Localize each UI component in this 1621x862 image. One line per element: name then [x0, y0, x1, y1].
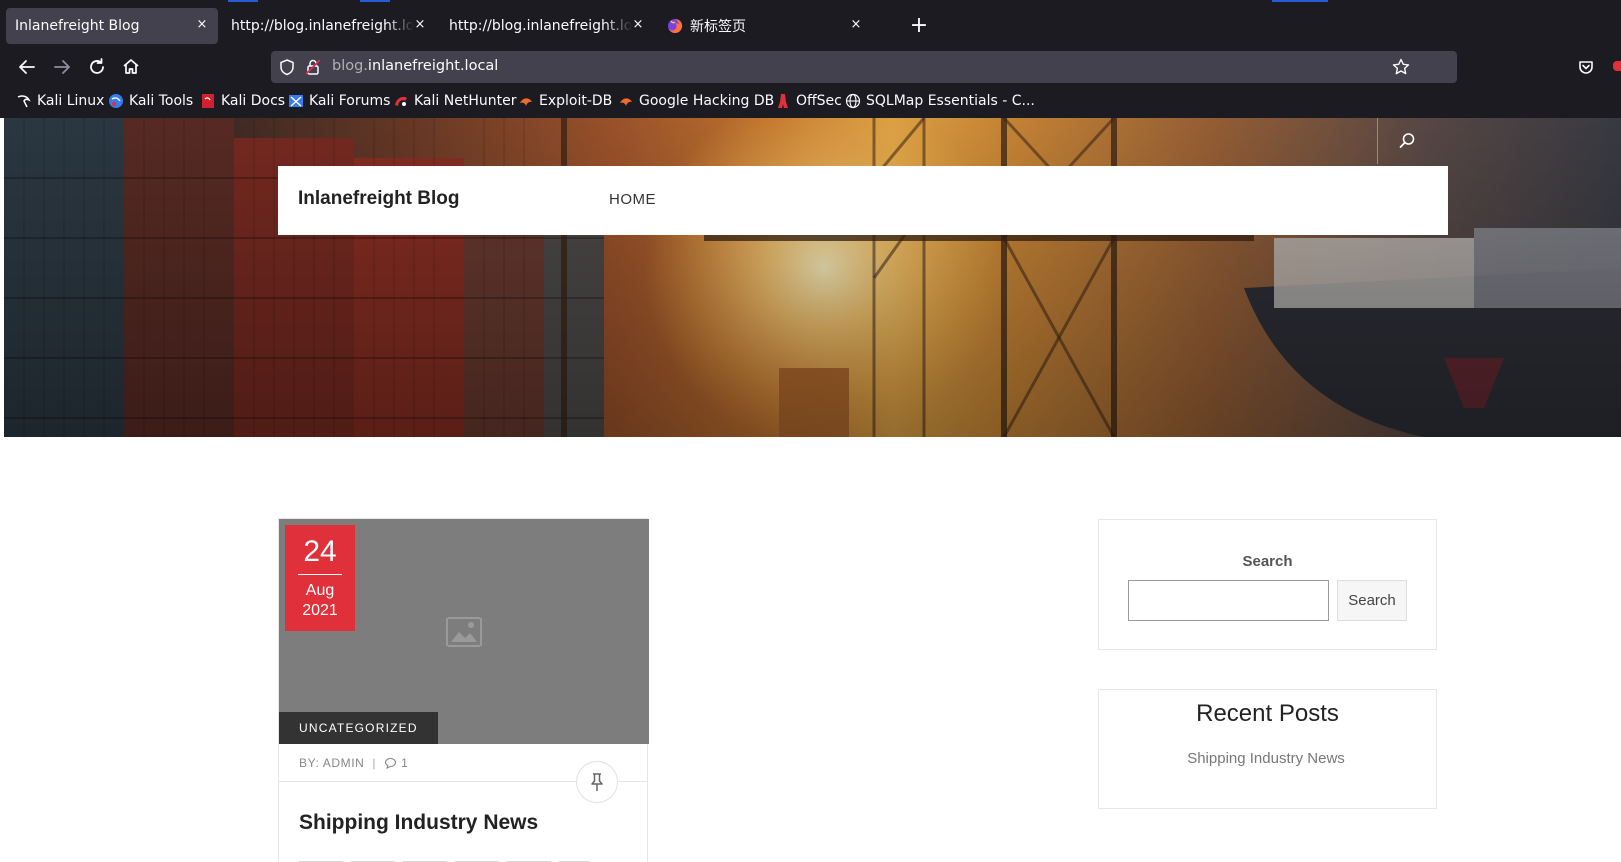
browser-chrome: Inlanefreight Blog × http://blog.inlanef… [0, 0, 1621, 118]
forward-button[interactable] [47, 52, 77, 82]
post-date-badge: 24 Aug 2021 [285, 525, 355, 631]
reload-button[interactable] [82, 52, 112, 82]
post-title-link[interactable]: Shipping Industry News [299, 811, 538, 835]
home-button[interactable] [116, 52, 146, 82]
new-tab-button[interactable]: + [906, 14, 932, 40]
url-domain: inlanefreight.local [367, 58, 499, 74]
tab-blog-url-1[interactable]: http://blog.inlanefreight.local/ × [222, 8, 432, 44]
close-tab-icon[interactable]: × [412, 17, 428, 33]
post-card: 24 Aug 2021 UNCATEGORIZED BY: ADMIN | 1 … [278, 518, 649, 862]
lock-warning-icon[interactable] [303, 57, 323, 77]
tab-bar: Inlanefreight Blog × http://blog.inlanef… [0, 4, 1621, 44]
back-arrow-icon [19, 60, 35, 74]
post-comment-count[interactable]: 1 [401, 756, 408, 770]
post-author[interactable]: BY: ADMIN [299, 756, 364, 770]
recent-posts-heading: Recent Posts [1196, 700, 1339, 727]
date-divider [298, 574, 342, 575]
comment-icon [385, 757, 397, 769]
tab-new-tab-page[interactable]: 新标签页 × [658, 8, 872, 44]
tab-title: http://blog.inlanefreight.local/ [449, 18, 632, 34]
close-tab-icon[interactable]: × [194, 17, 210, 33]
bookmark-kali-linux[interactable]: Kali Linux [16, 90, 104, 112]
bookmark-kali-nethunter[interactable]: Kali NetHunter [393, 90, 516, 112]
post-date-year: 2021 [302, 602, 338, 619]
post-meta: BY: ADMIN | 1 [299, 756, 408, 770]
search-icon [1399, 133, 1415, 148]
bookmark-label: Kali Docs [221, 93, 286, 109]
tab-blog-url-2[interactable]: http://blog.inlanefreight.local/ × [440, 8, 650, 44]
bookmark-label: Google Hacking DB [639, 93, 775, 109]
bookmark-label: SQLMap Essentials - C... [866, 93, 1035, 109]
pocket-icon [1579, 61, 1593, 74]
site-header-bar: Inlanefreight Blog HOME [278, 166, 1448, 235]
reload-icon [90, 58, 104, 74]
navigation-toolbar: blog.inlanefreight.local [0, 46, 1621, 86]
post-date-month: Aug [305, 582, 335, 599]
header-search-toggle[interactable] [1377, 118, 1435, 164]
url-subdomain: blog. [332, 58, 368, 74]
search-input[interactable] [1128, 580, 1329, 621]
tab-strip-accent [228, 0, 258, 2]
bookmark-label: Kali Tools [129, 93, 194, 109]
back-button[interactable] [12, 52, 42, 82]
recent-posts-widget: Recent Posts Shipping Industry News [1098, 689, 1437, 809]
post-category-tag[interactable]: UNCATEGORIZED [279, 712, 438, 744]
bookmarks-toolbar: Kali Linux Kali Tools Kali Docs Kali For… [0, 88, 1621, 114]
forward-arrow-icon [54, 60, 70, 74]
extension-badge-icon[interactable] [1613, 61, 1621, 71]
search-widget: Search Search [1098, 519, 1437, 650]
image-placeholder-icon [446, 617, 482, 647]
bookmark-kali-docs[interactable]: Kali Docs [200, 90, 285, 112]
offsec-icon [778, 94, 788, 108]
kali-tools-icon [109, 94, 123, 108]
kali-docs-icon [202, 94, 214, 108]
recent-post-link[interactable]: Shipping Industry News [1099, 750, 1433, 767]
menu-item-home[interactable]: HOME [609, 191, 656, 208]
tab-title: 新标签页 [690, 19, 746, 35]
pin-icon [591, 773, 603, 791]
close-tab-icon[interactable]: × [630, 17, 646, 33]
bookmark-label: Kali NetHunter [414, 93, 517, 109]
meta-separator: | [372, 756, 377, 770]
tab-inlanefreight-blog[interactable]: Inlanefreight Blog × [6, 8, 218, 44]
tab-strip-accent [360, 0, 390, 2]
search-widget-heading: Search [1242, 553, 1293, 570]
firefox-icon [668, 18, 683, 33]
kali-forums-icon [289, 95, 303, 107]
bookmark-kali-tools[interactable]: Kali Tools [108, 90, 193, 112]
sticky-post-button[interactable] [576, 761, 618, 803]
pocket-button[interactable] [1571, 52, 1601, 82]
site-title-link[interactable]: Inlanefreight Blog [298, 188, 460, 210]
bookmark-label: Kali Linux [37, 93, 105, 109]
bookmark-exploit-db[interactable]: Exploit-DB [518, 90, 612, 112]
tab-title: http://blog.inlanefreight.local/ [231, 18, 414, 34]
exploit-db-icon [520, 98, 532, 106]
url-text[interactable]: blog.inlanefreight.local [332, 58, 498, 74]
post-thumbnail[interactable]: 24 Aug 2021 UNCATEGORIZED [279, 519, 649, 744]
ghdb-icon [620, 98, 632, 106]
bookmark-kali-forums[interactable]: Kali Forums [288, 90, 390, 112]
post-date-day: 24 [303, 535, 337, 568]
home-icon [123, 59, 139, 74]
web-page: Inlanefreight Blog HOME 24 Aug 2021 UNCA… [4, 118, 1621, 862]
tab-strip-accent [1272, 0, 1328, 2]
globe-icon [845, 93, 861, 109]
bookmark-label: Exploit-DB [539, 93, 613, 109]
bookmark-offsec[interactable]: OffSec [775, 90, 842, 112]
search-submit-button[interactable]: Search [1337, 580, 1407, 621]
bookmark-star-icon[interactable] [1391, 57, 1411, 77]
shield-icon[interactable] [277, 57, 297, 77]
bookmark-label: OffSec [796, 93, 842, 109]
address-bar[interactable]: blog.inlanefreight.local [271, 51, 1457, 83]
close-tab-icon[interactable]: × [848, 17, 864, 33]
bookmark-sqlmap-essentials[interactable]: SQLMap Essentials - C... [845, 90, 1035, 112]
kali-dragon-icon [17, 95, 31, 108]
bookmark-label: Kali Forums [309, 93, 391, 109]
nethunter-icon [395, 96, 407, 106]
bookmark-google-hacking-db[interactable]: Google Hacking DB [618, 90, 774, 112]
tab-title: Inlanefreight Blog [15, 18, 140, 34]
